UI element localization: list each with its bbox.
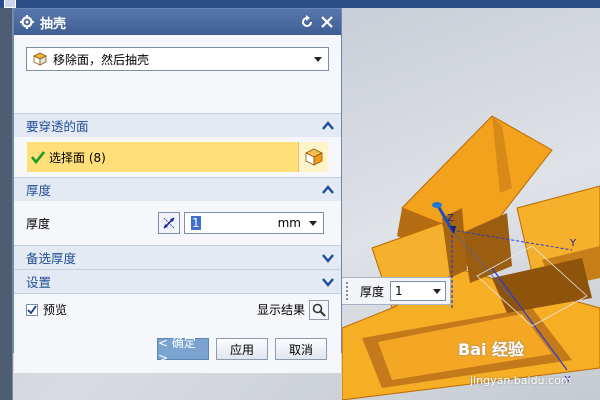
dialog-title-bar[interactable]: 抽壳 <box>14 9 341 35</box>
face-selection-button[interactable] <box>298 142 328 172</box>
select-faces-row[interactable]: 选择面 (8) <box>27 142 328 172</box>
chevron-up-icon <box>322 120 334 130</box>
baidu-watermark: Bai 经验 <box>458 340 525 359</box>
preview-checkbox[interactable] <box>26 303 38 316</box>
alt-thickness-group-header[interactable]: 备选厚度 <box>14 245 341 269</box>
axis-y-label: Y <box>569 238 577 249</box>
thickness-group-header[interactable]: 厚度 <box>14 177 341 201</box>
onscreen-thickness-input: 厚度 1 <box>341 277 451 305</box>
magnifier-icon <box>312 303 326 317</box>
chevron-down-icon <box>322 253 334 263</box>
faces-group-body: 选择面 (8) <box>14 137 341 177</box>
cancel-button[interactable]: 取消 <box>275 338 327 360</box>
box-icon <box>33 52 47 66</box>
onscreen-thickness-label: 厚度 <box>360 284 385 299</box>
settings-title: 设置 <box>26 275 52 290</box>
show-result-button[interactable] <box>309 299 329 320</box>
reverse-direction-button[interactable] <box>158 212 180 234</box>
faces-group-header[interactable]: 要穿透的面 <box>14 113 341 137</box>
app-icon <box>4 0 16 8</box>
chevron-down-icon <box>314 56 322 62</box>
ok-button[interactable]: < 确定 > <box>157 336 209 365</box>
check-icon <box>31 151 45 164</box>
baidu-watermark-url: jingyan.baidu.com <box>470 374 572 387</box>
thickness-row: 厚度 1 mm <box>14 201 341 245</box>
settings-group-header[interactable]: 设置 <box>14 269 341 293</box>
chevron-down-icon[interactable] <box>309 220 317 226</box>
dialog-title: 抽壳 <box>40 16 67 32</box>
onscreen-thickness-value: 1 <box>395 284 403 298</box>
shell-type-select[interactable]: 移除面，然后抽壳 <box>26 47 329 71</box>
thickness-unit: mm <box>277 216 301 230</box>
cube-icon <box>304 148 323 166</box>
app-title-bar <box>0 0 600 8</box>
thickness-label: 厚度 <box>26 216 51 231</box>
apply-button[interactable]: 应用 <box>216 338 268 360</box>
show-result-label: 显示结果 <box>256 303 305 317</box>
gear-icon <box>20 15 34 29</box>
chevron-down-icon <box>433 288 442 294</box>
faces-group-title: 要穿透的面 <box>26 119 89 134</box>
reset-button[interactable] <box>299 14 315 30</box>
preview-row: 预览 显示结果 <box>14 293 341 325</box>
left-resource-strip <box>0 8 13 400</box>
thickness-group-title: 厚度 <box>26 183 52 198</box>
thickness-input[interactable]: 1 mm <box>184 212 324 234</box>
reverse-direction-icon <box>163 217 175 229</box>
select-faces-label: 选择面 (8) <box>49 150 106 165</box>
close-icon <box>321 16 333 28</box>
chevron-down-icon <box>322 277 334 287</box>
reset-icon <box>302 15 312 27</box>
dialog-buttons: < 确定 > 应用 取消 <box>14 325 341 373</box>
close-button[interactable] <box>319 14 335 30</box>
alt-thickness-title: 备选厚度 <box>26 251 77 266</box>
preview-label: 预览 <box>43 303 68 317</box>
onscreen-thickness-select[interactable]: 1 <box>390 281 447 301</box>
shell-dialog: 抽壳 移除面，然后抽壳 要穿透的面 选择面 (8) 厚度 厚度 1 mm 备选厚… <box>13 8 342 373</box>
shell-type-section: 移除面，然后抽壳 <box>14 35 341 113</box>
shell-type-value: 移除面，然后抽壳 <box>53 52 150 67</box>
thickness-value: 1 <box>191 216 201 230</box>
axis-z-label: Z <box>447 213 454 224</box>
drag-grip-icon[interactable] <box>346 282 350 300</box>
chevron-up-icon <box>322 184 334 194</box>
check-icon <box>27 304 37 314</box>
